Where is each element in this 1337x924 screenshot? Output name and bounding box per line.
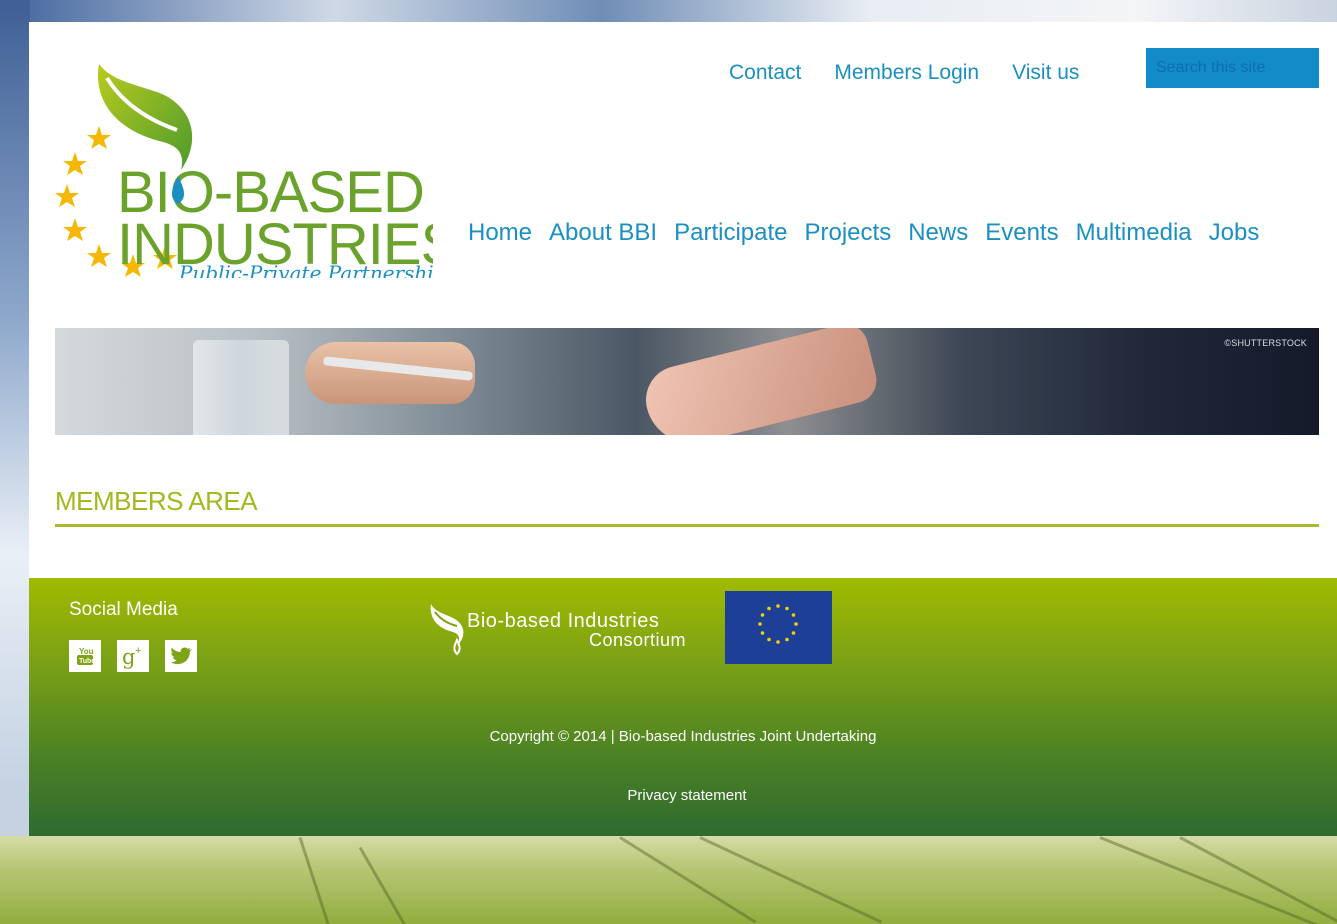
nav-multimedia[interactable]: Multimedia <box>1076 216 1192 250</box>
bbi-logo[interactable]: BIO-BASED INDUSTRIES Public-Private Part… <box>53 58 459 285</box>
svg-text:You: You <box>79 647 94 656</box>
bio-based-industries-consortium-logo[interactable]: Bio-based Industries Consortium <box>427 600 707 656</box>
bbi-logo-graphic: BIO-BASED INDUSTRIES Public-Private Part… <box>55 64 459 285</box>
page-container: BIO-BASED INDUSTRIES Public-Private Part… <box>29 22 1337 836</box>
privacy-statement-link[interactable]: Privacy statement <box>29 787 1337 804</box>
nav-jobs[interactable]: Jobs <box>1209 216 1260 250</box>
pointing-hand-graphic <box>638 328 882 435</box>
background-clouds <box>0 0 30 924</box>
water-glass-graphic <box>193 340 289 435</box>
members-login-link[interactable]: Members Login <box>834 58 979 88</box>
nav-about-bbi[interactable]: About BBI <box>549 216 657 250</box>
contact-link[interactable]: Contact <box>729 58 801 88</box>
banner-credit: ©SHUTTERSTOCK <box>1224 338 1307 348</box>
svg-text:Public-Private Partnership: Public-Private Partnership <box>178 261 433 278</box>
eu-flag-icon <box>725 591 832 664</box>
copyright-text: Copyright © 2014 | Bio-based Industries … <box>489 728 877 745</box>
header-banner-image: ©SHUTTERSTOCK <box>55 328 1319 435</box>
social-icons: You Tube g + <box>69 640 197 672</box>
consortium-leaf-icon <box>430 604 464 656</box>
google-plus-icon[interactable]: g + <box>117 640 149 672</box>
youtube-icon[interactable]: You Tube <box>69 640 101 672</box>
footer: Social Media You Tube g + Bio-based Indust… <box>29 578 1337 836</box>
nav-home[interactable]: Home <box>468 216 532 250</box>
twitter-icon[interactable] <box>165 640 197 672</box>
visit-us-link[interactable]: Visit us <box>1012 58 1079 88</box>
main-nav: Home About BBI Participate Projects News… <box>468 216 1259 250</box>
nav-participate[interactable]: Participate <box>674 216 787 250</box>
nav-projects[interactable]: Projects <box>805 216 892 250</box>
social-media-heading: Social Media <box>69 599 178 620</box>
consortium-subtitle: Consortium <box>589 630 687 650</box>
search-input[interactable] <box>1146 48 1319 88</box>
nav-news[interactable]: News <box>908 216 968 250</box>
title-divider <box>55 524 1319 527</box>
background-sky <box>0 0 1337 22</box>
top-utility-nav: Contact Members Login Visit us <box>729 58 1079 88</box>
nav-events[interactable]: Events <box>985 216 1058 250</box>
svg-text:g: g <box>122 645 135 669</box>
svg-text:+: + <box>135 645 141 657</box>
background-wheat-field <box>0 836 1337 924</box>
page-title: MEMBERS AREA <box>55 486 258 516</box>
svg-text:Tube: Tube <box>79 658 95 665</box>
